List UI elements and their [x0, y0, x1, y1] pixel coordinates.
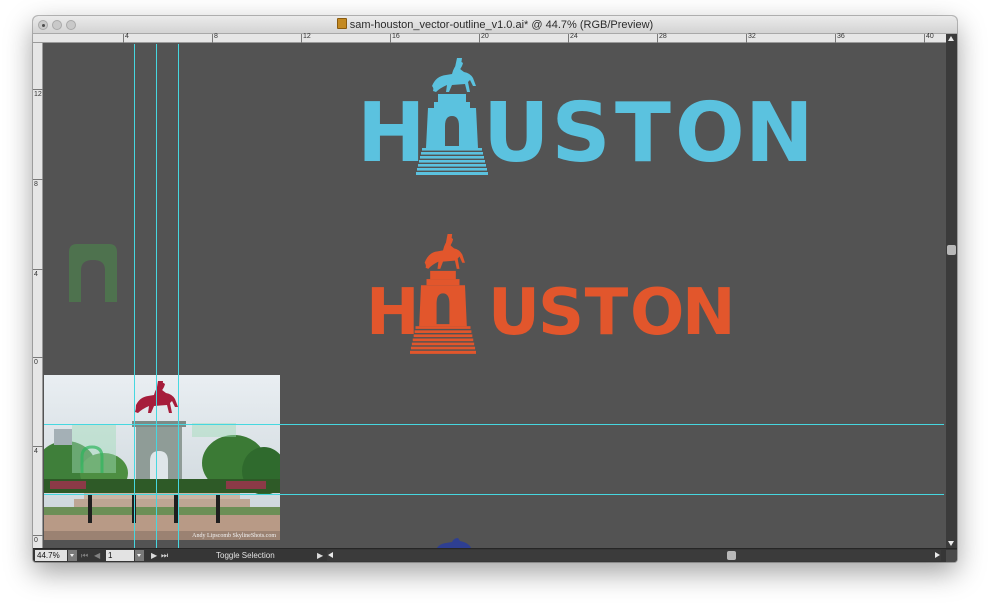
horizontal-guide[interactable]: [44, 424, 944, 425]
logo-letter: H: [366, 276, 421, 350]
horizontal-scrollbar[interactable]: [327, 550, 941, 561]
ruler-label: 8: [214, 33, 218, 40]
artboard-dropdown-arrow-icon[interactable]: [135, 550, 144, 561]
logo-letter: N: [745, 86, 816, 181]
zoom-dropdown-arrow-icon[interactable]: [68, 550, 77, 561]
photo-watermark: Andy Lipscomb SkylineShots.com: [192, 533, 276, 539]
logo-letter: U: [483, 86, 552, 181]
ruler-label: 0: [34, 359, 38, 366]
ghost-arch-shape[interactable]: [67, 244, 119, 304]
logo-letter: O: [630, 276, 686, 350]
logo-letter: S: [538, 276, 586, 350]
scroll-down-arrow-icon[interactable]: [948, 541, 954, 546]
vertical-ruler[interactable]: 12 8 4 0 4 0: [33, 43, 43, 548]
next-artboard-icon[interactable]: ▶: [151, 549, 157, 562]
status-bar: 44.7% ⏮ ◀ 1 ▶ ⏭ Toggle Selection ▶: [33, 548, 957, 562]
ruler-label: 4: [125, 33, 129, 40]
illustrator-window: sam-houston_vector-outline_v1.0.ai* @ 44…: [33, 16, 957, 562]
ruler-label: 16: [392, 33, 400, 40]
logo-letter: T: [584, 276, 630, 350]
first-artboard-icon[interactable]: ⏮: [81, 549, 88, 562]
navy-horse-peek[interactable]: [432, 538, 474, 548]
logo-letter: U: [488, 276, 541, 350]
horizontal-scroll-thumb[interactable]: [727, 551, 736, 560]
ruler-label: 12: [34, 91, 42, 98]
scroll-right-arrow-icon[interactable]: [935, 552, 940, 558]
window-title: sam-houston_vector-outline_v1.0.ai* @ 44…: [349, 19, 654, 31]
blue-wordmark[interactable]: H USTON: [357, 86, 816, 181]
window-title-wrap: sam-houston_vector-outline_v1.0.ai* @ 44…: [33, 18, 957, 31]
title-bar[interactable]: sam-houston_vector-outline_v1.0.ai* @ 44…: [33, 16, 957, 34]
ruler-label: 0: [34, 537, 38, 544]
vertical-guide[interactable]: [156, 44, 157, 548]
vertical-scroll-thumb[interactable]: [947, 245, 956, 255]
ruler-label: 36: [837, 33, 845, 40]
logo-letter: O: [675, 86, 747, 181]
scroll-up-arrow-icon[interactable]: [948, 36, 954, 41]
orange-wordmark[interactable]: H USTON: [366, 276, 737, 350]
vertical-guide[interactable]: [134, 44, 135, 548]
ruler-label: 4: [34, 448, 38, 455]
vertical-guide[interactable]: [178, 44, 179, 548]
artboard-canvas[interactable]: H USTON H USTON Andy Lipscomb SkylineSho…: [44, 44, 944, 548]
status-menu-arrow-icon[interactable]: ▶: [317, 549, 323, 562]
last-artboard-icon[interactable]: ⏭: [161, 549, 168, 562]
ruler-label: 20: [481, 33, 489, 40]
logo-letter: T: [615, 86, 673, 181]
ruler-label: 12: [303, 33, 311, 40]
reference-photo[interactable]: Andy Lipscomb SkylineShots.com: [44, 375, 280, 540]
ruler-label: 24: [570, 33, 578, 40]
logo-letter: S: [551, 86, 613, 181]
resize-grip-icon[interactable]: [946, 550, 957, 562]
horizontal-guide[interactable]: [44, 494, 944, 495]
scroll-left-arrow-icon[interactable]: [328, 552, 333, 558]
zoom-level-field[interactable]: 44.7%: [35, 550, 67, 561]
ruler-label: 4: [34, 271, 38, 278]
vertical-scrollbar[interactable]: [946, 34, 957, 548]
horizontal-ruler[interactable]: 4 8 12 16 20 24 28 32 36 40: [33, 33, 957, 43]
previous-artboard-icon[interactable]: ◀: [94, 549, 100, 562]
logo-letter: H: [357, 86, 428, 181]
logo-letter: N: [682, 276, 737, 350]
ruler-label: 32: [748, 33, 756, 40]
ruler-label: 28: [659, 33, 667, 40]
document-icon: [336, 18, 347, 29]
ruler-label: 40: [926, 33, 934, 40]
ruler-label: 8: [34, 181, 38, 188]
status-indicator[interactable]: Toggle Selection: [216, 549, 275, 562]
artboard-number-field[interactable]: 1: [106, 550, 134, 561]
